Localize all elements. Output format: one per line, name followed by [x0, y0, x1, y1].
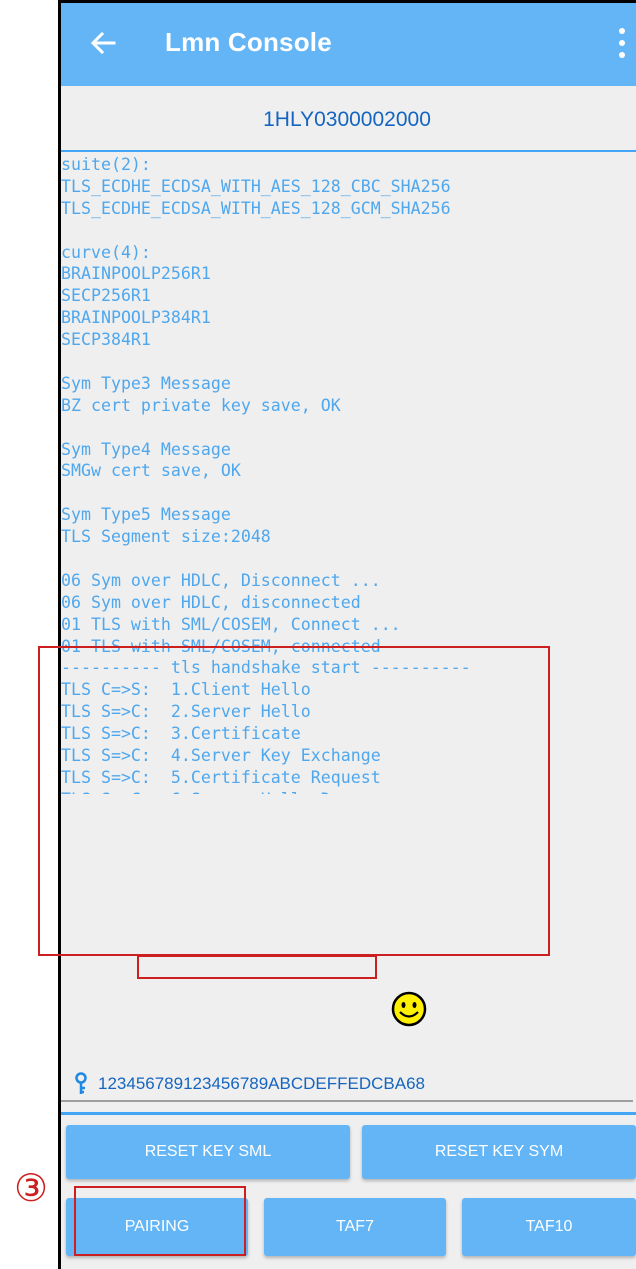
log-line: 01 TLS with SML/COSEM, Connect ...: [61, 614, 401, 634]
divider: [58, 150, 636, 152]
key-input-row: [58, 1064, 636, 1104]
log-line: curve(4):: [61, 242, 151, 262]
more-vert-icon[interactable]: [616, 26, 628, 60]
log-line: SECP256R1: [61, 286, 151, 306]
pairing-highlight-box: [74, 1186, 246, 1256]
reset-key-sym-button[interactable]: RESET KEY SYM: [362, 1125, 636, 1179]
step-marker: ③: [14, 1166, 49, 1210]
log-line: BRAINPOOLP256R1: [61, 264, 211, 284]
log-line: TLS Segment size:2048: [61, 527, 271, 547]
key-input[interactable]: [98, 1070, 628, 1098]
smiley-face-icon: [391, 991, 427, 1027]
phone-screen: Lmn Console 1HLY0300002000 suite(2): TLS_…: [58, 0, 636, 1269]
reset-key-sml-button[interactable]: RESET KEY SML: [66, 1125, 350, 1179]
divider: [58, 1112, 636, 1115]
log-line: SECP384R1: [61, 330, 151, 350]
log-line: 06 Sym over HDLC, Disconnect ...: [61, 570, 381, 590]
handshake-ok-highlight-box: [137, 955, 377, 979]
screen-border: [58, 0, 61, 1269]
log-line: SMGw cert save, OK: [61, 461, 241, 481]
log-line: BRAINPOOLP384R1: [61, 308, 211, 328]
app-title: Lmn Console: [165, 27, 332, 57]
screen-border: [58, 0, 636, 3]
log-line: Sym Type4 Message: [61, 439, 231, 459]
taf10-button[interactable]: TAF10: [462, 1198, 636, 1256]
log-line: BZ cert private key save, OK: [61, 395, 341, 415]
log-line: 06 Sym over HDLC, disconnected: [61, 592, 361, 612]
taf7-button[interactable]: TAF7: [264, 1198, 446, 1256]
log-line: TLS_ECDHE_ECDSA_WITH_AES_128_CBC_SHA256: [61, 176, 451, 196]
log-line: Sym Type3 Message: [61, 373, 231, 393]
log-line: Sym Type5 Message: [61, 505, 231, 525]
log-line: TLS_ECDHE_ECDSA_WITH_AES_128_GCM_SHA256: [61, 198, 451, 218]
handshake-highlight-box: [38, 646, 550, 956]
app-bar: Lmn Console: [58, 0, 636, 86]
arrow-back-icon[interactable]: [86, 26, 120, 60]
log-line: suite(2):: [61, 155, 151, 174]
device-id: 1HLY0300002000: [263, 108, 431, 131]
input-underline: [61, 1100, 633, 1102]
key-icon: [75, 1072, 87, 1094]
